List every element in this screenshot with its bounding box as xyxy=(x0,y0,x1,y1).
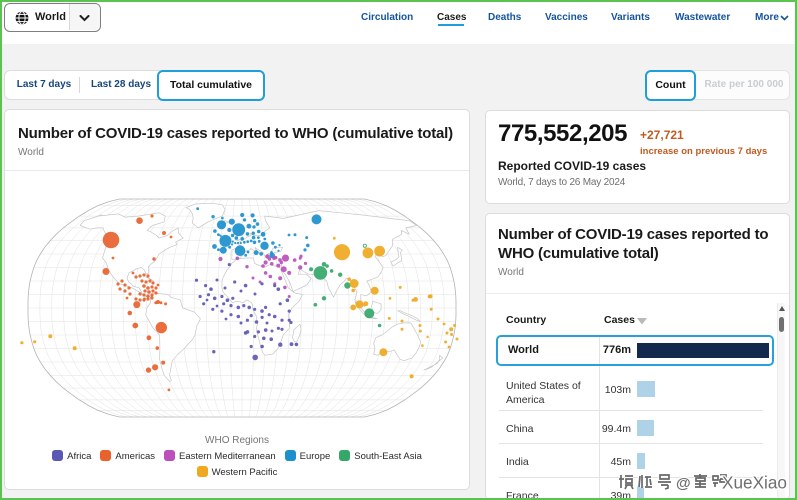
svg-text:XueXiao: XueXiao xyxy=(722,473,787,493)
svg-text:@: @ xyxy=(676,475,691,492)
